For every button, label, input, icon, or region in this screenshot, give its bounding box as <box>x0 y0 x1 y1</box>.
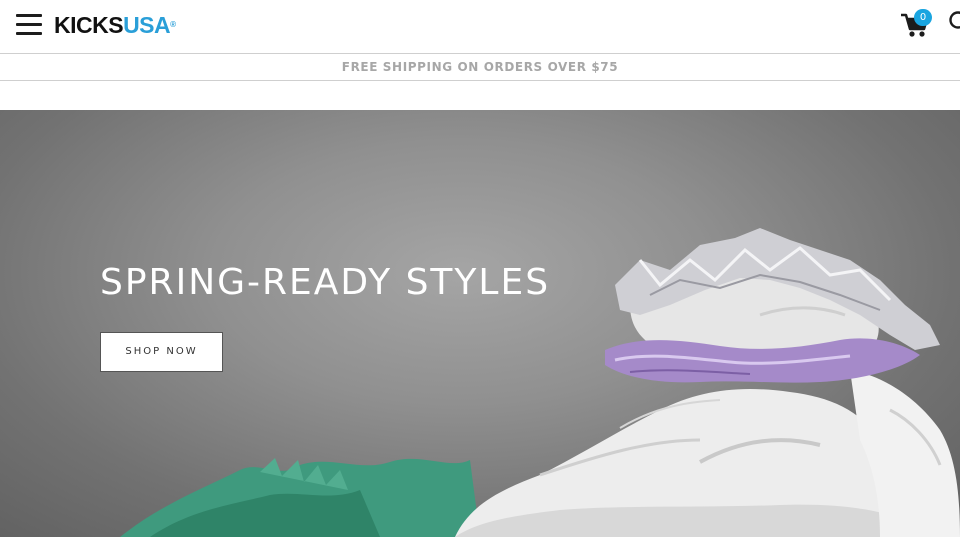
cart-count-badge: 0 <box>914 9 932 26</box>
hamburger-menu-icon[interactable] <box>16 14 42 36</box>
hero-title: SPRING-READY STYLES <box>100 262 551 303</box>
green-paper-shreds <box>120 458 480 537</box>
site-header: KICKSUSA® 0 <box>0 0 960 54</box>
hero-sneakers-image <box>120 228 960 537</box>
search-icon[interactable] <box>947 10 960 34</box>
lower-sneaker <box>455 389 905 537</box>
logo-usa-text: USA <box>123 12 171 38</box>
site-logo[interactable]: KICKSUSA® <box>54 11 176 39</box>
hero-banner[interactable]: SPRING-READY STYLES SHOP NOW <box>0 110 960 537</box>
promo-banner[interactable]: FREE SHIPPING ON ORDERS OVER $75 <box>0 54 960 81</box>
shop-now-button[interactable]: SHOP NOW <box>100 332 223 372</box>
promo-text: FREE SHIPPING ON ORDERS OVER $75 <box>341 60 619 74</box>
logo-registered-mark: ® <box>170 20 176 29</box>
logo-kicks-text: KICKS <box>54 12 124 38</box>
